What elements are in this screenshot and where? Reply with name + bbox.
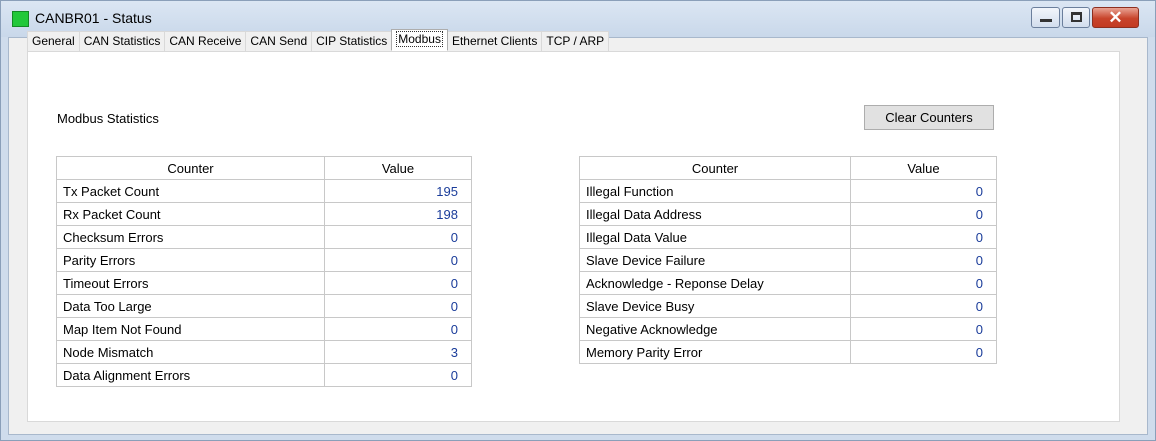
counter-value: 0 [850,202,997,226]
column-header-counter[interactable]: Counter [579,156,851,180]
app-status-icon [12,11,29,27]
counter-name: Data Alignment Errors [56,363,325,387]
counter-value: 0 [850,248,997,272]
table-row[interactable]: Illegal Data Value 0 [579,225,997,249]
counter-value: 0 [324,225,472,249]
table-row[interactable]: Checksum Errors 0 [56,225,472,249]
table-row[interactable]: Map Item Not Found 0 [56,317,472,341]
table-row[interactable]: Memory Parity Error 0 [579,340,997,364]
tab-label: TCP / ARP [546,34,605,48]
counter-name: Timeout Errors [56,271,325,295]
counter-value: 0 [850,271,997,295]
modbus-exceptions-table: Counter Value Illegal Function 0 Illegal … [579,156,997,364]
counter-value: 0 [324,363,472,387]
tab-can-statistics[interactable]: CAN Statistics [78,31,166,51]
close-button[interactable]: ✕ [1092,7,1139,28]
counter-value: 0 [324,248,472,272]
table-row[interactable]: Data Too Large 0 [56,294,472,318]
tab-label: Ethernet Clients [451,34,538,48]
window-title: CANBR01 - Status [35,10,152,26]
tab-modbus[interactable]: Modbus [391,29,448,51]
table-header-row: Counter Value [56,156,472,180]
counter-value: 198 [324,202,472,226]
counter-name: Map Item Not Found [56,317,325,341]
counter-name: Slave Device Failure [579,248,851,272]
clear-counters-button[interactable]: Clear Counters [864,105,994,130]
counter-value: 195 [324,179,472,203]
status-window: CANBR01 - Status ✕ General CAN Statistic… [0,0,1156,441]
minimize-button[interactable] [1031,7,1060,28]
counter-name: Acknowledge - Reponse Delay [579,271,851,295]
counter-name: Illegal Data Value [579,225,851,249]
tab-general[interactable]: General [27,31,80,51]
table-row[interactable]: Illegal Function 0 [579,179,997,203]
table-row[interactable]: Slave Device Busy 0 [579,294,997,318]
counter-name: Illegal Data Address [579,202,851,226]
tab-ethernet-clients[interactable]: Ethernet Clients [446,31,543,51]
minimize-icon [1040,19,1052,22]
table-header-row: Counter Value [579,156,997,180]
tab-label: Modbus [396,31,443,47]
counter-name: Rx Packet Count [56,202,325,226]
maximize-button[interactable] [1062,7,1090,28]
tab-strip: General CAN Statistics CAN Receive CAN S… [27,29,610,51]
column-header-value[interactable]: Value [324,156,472,180]
counter-value: 3 [324,340,472,364]
column-header-value[interactable]: Value [850,156,997,180]
modbus-tab-panel: Modbus Statistics Clear Counters Counter… [27,51,1120,422]
counter-value: 0 [850,294,997,318]
column-header-counter[interactable]: Counter [56,156,325,180]
table-row[interactable]: Acknowledge - Reponse Delay 0 [579,271,997,295]
counter-value: 0 [850,340,997,364]
counter-name: Memory Parity Error [579,340,851,364]
tab-can-receive[interactable]: CAN Receive [164,31,247,51]
counter-value: 0 [324,317,472,341]
counter-name: Checksum Errors [56,225,325,249]
tab-label: CAN Send [250,34,308,48]
counter-value: 0 [850,225,997,249]
counter-value: 0 [324,294,472,318]
tab-tcp-arp[interactable]: TCP / ARP [541,31,610,51]
close-icon: ✕ [1108,8,1123,27]
tab-can-send[interactable]: CAN Send [245,31,313,51]
section-title: Modbus Statistics [57,111,159,126]
counter-value: 0 [850,179,997,203]
tab-label: CAN Receive [169,34,242,48]
tab-label: CAN Statistics [83,34,161,48]
tab-label: CIP Statistics [316,34,388,48]
table-row[interactable]: Node Mismatch 3 [56,340,472,364]
table-row[interactable]: Timeout Errors 0 [56,271,472,295]
counter-value: 0 [324,271,472,295]
maximize-icon [1071,12,1082,22]
counter-value: 0 [850,317,997,341]
table-row[interactable]: Slave Device Failure 0 [579,248,997,272]
tab-cip-statistics[interactable]: CIP Statistics [311,31,393,51]
table-row[interactable]: Rx Packet Count 198 [56,202,472,226]
modbus-statistics-table: Counter Value Tx Packet Count 195 Rx Pack… [56,156,472,387]
table-row[interactable]: Illegal Data Address 0 [579,202,997,226]
table-row[interactable]: Negative Acknowledge 0 [579,317,997,341]
counter-name: Tx Packet Count [56,179,325,203]
counter-name: Node Mismatch [56,340,325,364]
counter-name: Illegal Function [579,179,851,203]
table-row[interactable]: Data Alignment Errors 0 [56,363,472,387]
table-row[interactable]: Parity Errors 0 [56,248,472,272]
counter-name: Negative Acknowledge [579,317,851,341]
table-row[interactable]: Tx Packet Count 195 [56,179,472,203]
counter-name: Parity Errors [56,248,325,272]
tab-label: General [32,34,75,48]
counter-name: Data Too Large [56,294,325,318]
counter-name: Slave Device Busy [579,294,851,318]
